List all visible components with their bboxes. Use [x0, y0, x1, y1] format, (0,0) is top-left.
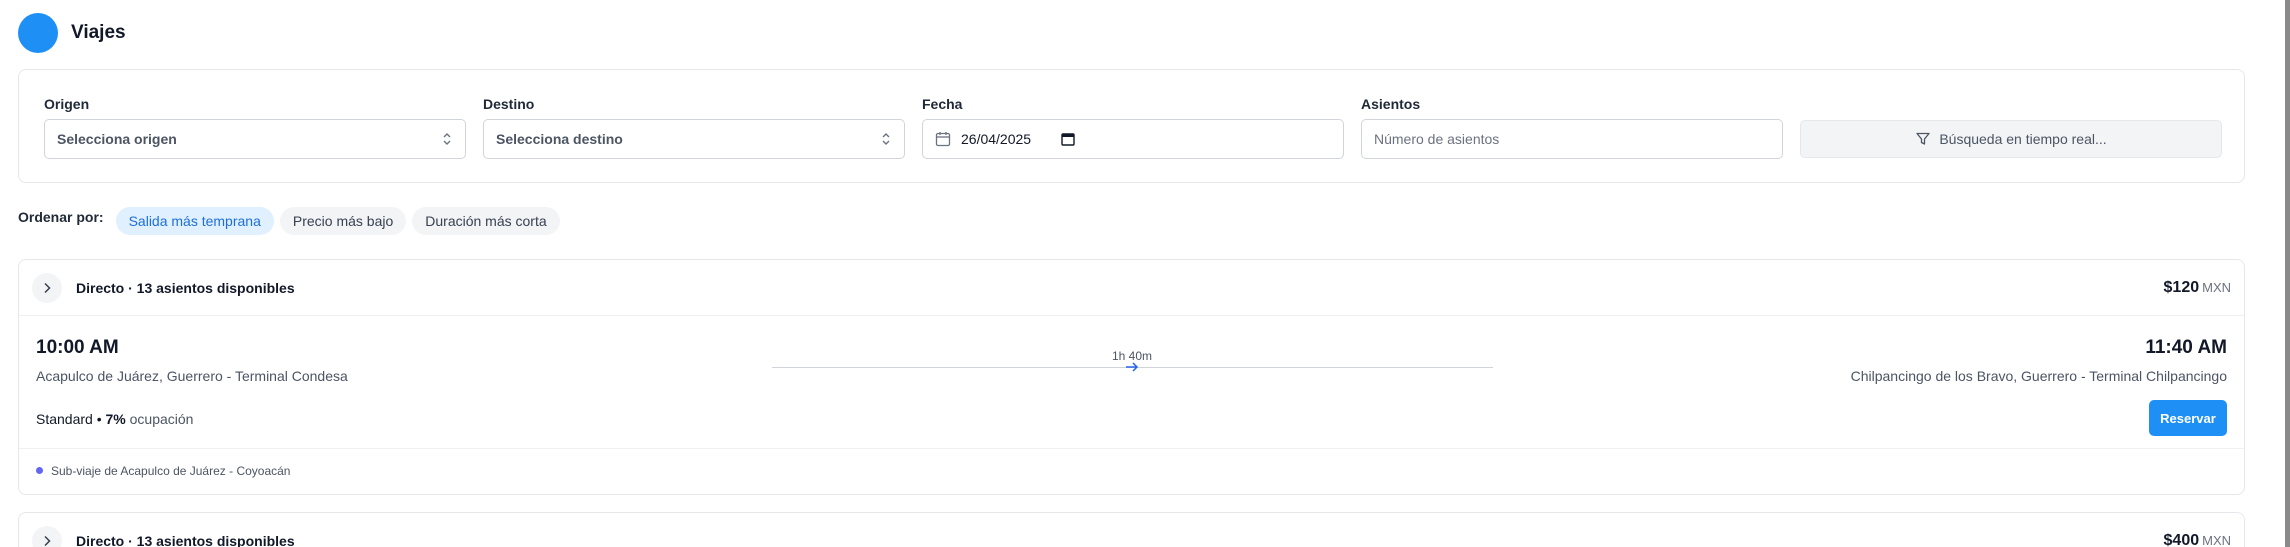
date-picker-icon[interactable]	[1061, 132, 1075, 146]
price-currency: MXN	[2202, 279, 2231, 295]
occupancy-value: 7%	[105, 411, 126, 427]
app-logo	[18, 13, 58, 53]
date-label: Fecha	[922, 96, 963, 112]
origin-select[interactable]: Selecciona origen	[44, 119, 466, 159]
seats-field: Asientos	[1361, 95, 1420, 113]
chevron-right-icon	[44, 282, 51, 293]
arrival-place: Chilpancingo de los Bravo, Guerrero - Te…	[1850, 368, 2227, 384]
bus-class: Standard	[36, 411, 93, 427]
date-value: 26/04/2025	[961, 131, 1032, 147]
calendar-icon	[935, 132, 951, 147]
subtrip-label: Sub-viaje de Acapulco de Juárez - Coyoac…	[51, 463, 291, 478]
arrival-time: 11:40 AM	[2145, 337, 2227, 358]
destination-select[interactable]: Selecciona destino	[483, 119, 905, 159]
sort-lowest-price[interactable]: Precio más bajo	[279, 207, 407, 235]
realtime-search-button[interactable]: Búsqueda en tiempo real...	[1800, 120, 2222, 158]
trip-card: Directo · 13 asientos disponibles $400 MX…	[18, 512, 2245, 547]
destination-label: Destino	[483, 96, 535, 112]
price-amount: $400	[2163, 531, 2200, 547]
expand-trip-button[interactable]	[32, 272, 62, 303]
expand-trip-button[interactable]	[32, 525, 62, 547]
trip-card-header[interactable]: Directo · 13 asientos disponibles $120 MX…	[19, 260, 2244, 316]
trip-price: $400 MXN	[2164, 532, 2231, 547]
origin-select-value: Selecciona origen	[57, 131, 177, 147]
chevron-right-icon	[44, 535, 51, 546]
page-title: Viajes	[71, 22, 126, 43]
seats-input[interactable]: Número de asientos	[1361, 119, 1783, 159]
sort-earliest-departure[interactable]: Salida más temprana	[115, 207, 274, 235]
search-filters: Origen Selecciona origen Destino Selecci…	[18, 69, 2245, 183]
seats-placeholder: Número de asientos	[1374, 131, 1500, 147]
destination-select-value: Selecciona destino	[496, 131, 623, 147]
destination-field: Destino	[483, 95, 534, 113]
price-amount: $120	[2163, 278, 2200, 296]
subtrip-row: Sub-viaje de Acapulco de Juárez - Coyoac…	[19, 448, 2244, 492]
occupancy-label: ocupación	[129, 411, 194, 427]
trip-card-body: 10:00 AM Acapulco de Juárez, Guerrero - …	[19, 316, 2244, 448]
origin-field: Origen	[44, 95, 89, 113]
subtrip-dot	[36, 467, 43, 474]
trip-summary: Directo · 13 asientos disponibles	[76, 279, 295, 296]
trip-price: $120 MXN	[2164, 279, 2231, 297]
reserve-button[interactable]: Reservar	[2149, 400, 2227, 436]
sort-shortest-duration[interactable]: Duración más corta	[412, 207, 560, 235]
departure-place: Acapulco de Juárez, Guerrero - Terminal …	[36, 368, 348, 384]
page-header: Viajes	[18, 13, 126, 53]
origin-label: Origen	[44, 96, 90, 112]
trip-card-header[interactable]: Directo · 13 asientos disponibles $400 MX…	[19, 513, 2244, 547]
date-input[interactable]: 26/04/2025	[922, 119, 1344, 159]
filter-icon	[1916, 132, 1930, 145]
bus-class-occupancy: Standard • 7% ocupación	[36, 411, 194, 427]
arrow-right-icon	[1126, 362, 1139, 372]
date-field: Fecha	[922, 95, 962, 113]
chevron-up-down-icon	[880, 132, 892, 146]
sort-label: Ordenar por:	[18, 209, 104, 225]
seats-label: Asientos	[1361, 96, 1421, 112]
trip-summary: Directo · 13 asientos disponibles	[76, 532, 295, 547]
chevron-up-down-icon	[441, 132, 453, 146]
sort-bar: Ordenar por: Salida más temprana Precio …	[18, 207, 560, 235]
departure-time: 10:00 AM	[36, 337, 119, 358]
trip-card: Directo · 13 asientos disponibles $120 MX…	[18, 259, 2245, 495]
price-currency: MXN	[2202, 532, 2231, 547]
realtime-search-label: Búsqueda en tiempo real...	[1939, 131, 2107, 147]
scrollbar-thumb[interactable]	[2285, 0, 2290, 547]
